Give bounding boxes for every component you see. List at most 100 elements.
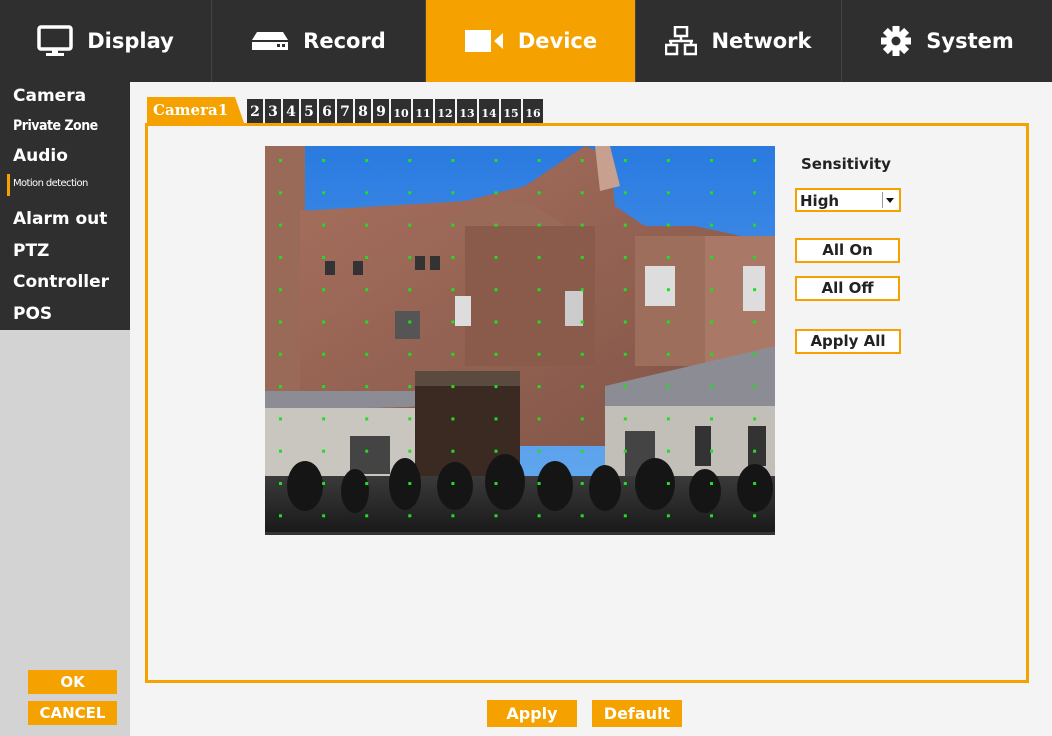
- motion-grid-cell[interactable]: [666, 449, 670, 453]
- motion-grid-cell[interactable]: [580, 482, 584, 485]
- sidebar-item-audio[interactable]: Audio: [13, 146, 68, 166]
- motion-grid-cell[interactable]: [408, 288, 412, 292]
- motion-grid-cell[interactable]: [494, 320, 498, 324]
- motion-grid-cell[interactable]: [753, 417, 757, 421]
- motion-grid-cell[interactable]: [623, 288, 627, 292]
- motion-grid-cell[interactable]: [753, 320, 757, 324]
- motion-grid-cell[interactable]: [753, 288, 757, 292]
- motion-grid-cell[interactable]: [279, 191, 282, 195]
- motion-grid-cell[interactable]: [322, 255, 326, 259]
- motion-grid-cell[interactable]: [537, 288, 541, 292]
- motion-grid-cell[interactable]: [279, 288, 282, 292]
- nav-record[interactable]: Record: [212, 0, 426, 82]
- tab-camera-14[interactable]: 14: [479, 99, 499, 123]
- motion-grid-cell[interactable]: [451, 255, 455, 259]
- motion-grid-cell[interactable]: [279, 385, 282, 389]
- motion-grid-cell[interactable]: [537, 482, 541, 485]
- nav-network[interactable]: Network: [636, 0, 842, 82]
- tab-camera-7[interactable]: 7: [337, 99, 353, 123]
- motion-grid-cell[interactable]: [753, 449, 757, 453]
- motion-grid-cell[interactable]: [494, 417, 498, 421]
- motion-grid-cell[interactable]: [365, 352, 369, 356]
- tab-camera-11[interactable]: 11: [413, 99, 433, 123]
- camera-preview[interactable]: [265, 146, 775, 535]
- motion-grid-cell[interactable]: [710, 255, 713, 259]
- motion-grid-cell[interactable]: [494, 159, 498, 162]
- motion-grid-cell[interactable]: [537, 449, 541, 453]
- motion-grid-cell[interactable]: [494, 514, 498, 518]
- motion-grid-cell[interactable]: [365, 385, 369, 389]
- motion-grid-cell[interactable]: [279, 417, 282, 421]
- motion-grid-cell[interactable]: [322, 417, 326, 421]
- motion-grid-cell[interactable]: [408, 159, 412, 162]
- motion-grid-cell[interactable]: [322, 191, 326, 195]
- motion-grid-cell[interactable]: [623, 514, 627, 518]
- nav-device[interactable]: Device: [426, 0, 636, 82]
- motion-grid-cell[interactable]: [753, 482, 757, 485]
- motion-grid-cell[interactable]: [580, 255, 584, 259]
- all-on-button[interactable]: All On: [795, 238, 900, 263]
- motion-grid-cell[interactable]: [666, 223, 670, 227]
- sidebar-item-alarm-out[interactable]: Alarm out: [13, 209, 107, 229]
- tab-camera-3[interactable]: 3: [265, 99, 281, 123]
- motion-grid-cell[interactable]: [666, 159, 670, 162]
- sidebar-item-motion-detection[interactable]: Motion detection: [13, 178, 88, 189]
- motion-grid-cell[interactable]: [408, 482, 412, 485]
- tab-camera-5[interactable]: 5: [301, 99, 317, 123]
- motion-grid-cell[interactable]: [365, 514, 369, 518]
- motion-grid-cell[interactable]: [753, 159, 757, 162]
- motion-grid-cell[interactable]: [322, 385, 326, 389]
- motion-grid-cell[interactable]: [451, 223, 455, 227]
- motion-grid-cell[interactable]: [494, 449, 498, 453]
- motion-grid-cell[interactable]: [710, 417, 713, 421]
- apply-all-button[interactable]: Apply All: [795, 329, 901, 354]
- motion-grid-cell[interactable]: [365, 449, 369, 453]
- motion-grid-cell[interactable]: [623, 482, 627, 485]
- motion-grid-cell[interactable]: [322, 288, 326, 292]
- motion-grid-cell[interactable]: [580, 223, 584, 227]
- sidebar-item-pos[interactable]: POS: [13, 304, 52, 324]
- motion-grid-cell[interactable]: [365, 159, 369, 162]
- tab-camera-9[interactable]: 9: [373, 99, 389, 123]
- motion-grid-cell[interactable]: [623, 417, 627, 421]
- nav-display[interactable]: Display: [0, 0, 212, 82]
- motion-grid-cell[interactable]: [710, 159, 713, 162]
- motion-grid-cell[interactable]: [580, 159, 584, 162]
- motion-grid-cell[interactable]: [666, 191, 670, 195]
- motion-grid-cell[interactable]: [666, 417, 670, 421]
- motion-grid-cell[interactable]: [322, 514, 326, 518]
- motion-grid-cell[interactable]: [710, 482, 713, 485]
- motion-grid-cell[interactable]: [580, 449, 584, 453]
- motion-grid-cell[interactable]: [537, 352, 541, 356]
- motion-grid-cell[interactable]: [537, 417, 541, 421]
- motion-grid-cell[interactable]: [537, 255, 541, 259]
- motion-grid-overlay[interactable]: [265, 146, 775, 535]
- motion-grid-cell[interactable]: [666, 320, 670, 324]
- motion-grid-cell[interactable]: [753, 255, 757, 259]
- motion-grid-cell[interactable]: [408, 352, 412, 356]
- motion-grid-cell[interactable]: [279, 514, 282, 518]
- motion-grid-cell[interactable]: [623, 352, 627, 356]
- motion-grid-cell[interactable]: [322, 223, 326, 227]
- motion-grid-cell[interactable]: [623, 255, 627, 259]
- default-button[interactable]: Default: [592, 700, 682, 727]
- motion-grid-cell[interactable]: [710, 514, 713, 518]
- motion-grid-cell[interactable]: [623, 191, 627, 195]
- motion-grid-cell[interactable]: [451, 352, 455, 356]
- motion-grid-cell[interactable]: [623, 320, 627, 324]
- motion-grid-cell[interactable]: [580, 352, 584, 356]
- tab-camera-10[interactable]: 10: [391, 99, 411, 123]
- motion-grid-cell[interactable]: [537, 320, 541, 324]
- motion-grid-cell[interactable]: [753, 191, 757, 195]
- motion-grid-cell[interactable]: [451, 159, 455, 162]
- motion-grid-cell[interactable]: [537, 159, 541, 162]
- motion-grid-cell[interactable]: [580, 417, 584, 421]
- motion-grid-cell[interactable]: [451, 288, 455, 292]
- motion-grid-cell[interactable]: [666, 352, 670, 356]
- tab-camera-13[interactable]: 13: [457, 99, 477, 123]
- motion-grid-cell[interactable]: [365, 417, 369, 421]
- tab-camera-6[interactable]: 6: [319, 99, 335, 123]
- sidebar-item-private-zone[interactable]: Private Zone: [13, 118, 98, 134]
- cancel-button[interactable]: CANCEL: [28, 701, 117, 725]
- motion-grid-cell[interactable]: [537, 514, 541, 518]
